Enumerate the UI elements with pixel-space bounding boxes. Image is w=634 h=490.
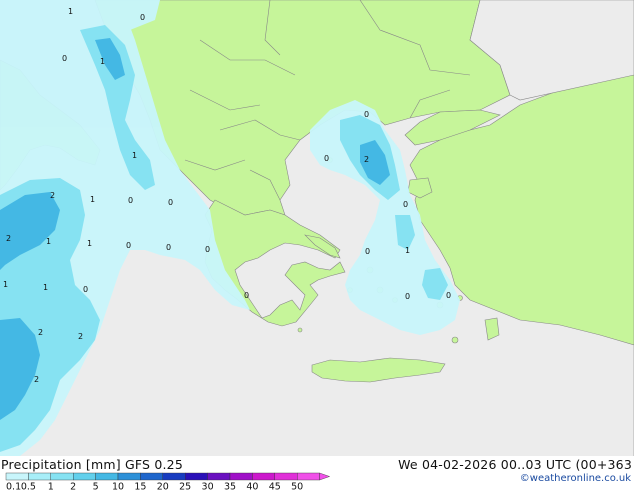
colorbar-tick-label: 45 — [269, 482, 281, 490]
colorbar-arrow — [319, 472, 331, 481]
map-label: 0 — [168, 198, 173, 207]
colorbar-tick-label: 25 — [179, 482, 191, 490]
colorbar-tick-label: 50 — [291, 482, 303, 490]
credit-link[interactable]: ©weatheronline.co.uk — [520, 473, 631, 484]
colorbar-tick-label: 1 — [48, 482, 54, 490]
map-label: 1 — [132, 151, 137, 160]
map-label: 1 — [43, 283, 48, 292]
colorbar-tick-label: 2 — [70, 482, 76, 490]
map-label: 0 — [244, 291, 249, 300]
map-label: 0 — [364, 110, 369, 119]
map-label: 0 — [62, 54, 67, 63]
colorbar-swatch — [252, 472, 275, 481]
map-label: 0 — [83, 285, 88, 294]
map-label: 2 — [6, 234, 11, 243]
colorbar-swatch — [5, 472, 29, 481]
land-island-k — [297, 327, 303, 333]
colorbar-swatch — [207, 472, 231, 481]
map-label: 1 — [46, 237, 51, 246]
map-label: 2 — [38, 328, 43, 337]
colorbar-swatch — [28, 472, 51, 481]
colorbar-tick-label: 35 — [224, 482, 236, 490]
colorbar-swatch — [95, 472, 119, 481]
precip-colorbar: 0.1 0.5 1 2 5 10 15 20 25 30 35 40 45 50 — [5, 472, 331, 490]
map-label: 1 — [3, 280, 8, 289]
map-label: 1 — [100, 57, 105, 66]
colorbar-tick-label: 30 — [202, 482, 214, 490]
map-label: 0 — [205, 245, 210, 254]
map-label: 0 — [365, 247, 370, 256]
map-label: 0 — [446, 291, 451, 300]
colorbar-tick-label: 20 — [157, 482, 169, 490]
colorbar-tick-label: 40 — [246, 482, 258, 490]
colorbar-ticks: 0.1 0.5 1 2 5 10 15 20 25 30 35 40 45 50 — [6, 482, 303, 490]
map-label: 1 — [68, 7, 73, 16]
map-label: 0 — [405, 292, 410, 301]
colorbar-tick-label: 5 — [93, 482, 99, 490]
map-label: 0 — [403, 200, 408, 209]
colorbar-tick-label: 15 — [134, 482, 146, 490]
map-label: 1 — [87, 239, 92, 248]
map-label: 2 — [78, 332, 83, 341]
map-title: Precipitation [mm] GFS 0.25 — [1, 457, 183, 472]
map-label: 0 — [166, 243, 171, 252]
map-label: 2 — [34, 375, 39, 384]
map-label: 1 — [405, 246, 410, 255]
colorbar-tick-label: 10 — [112, 482, 124, 490]
colorbar-tick-label: 0.5 — [21, 482, 36, 490]
valid-time: We 04-02-2026 00..03 UTC (00+363 — [398, 457, 632, 472]
colorbar-tick-label: 0.1 — [6, 482, 21, 490]
colorbar-swatch — [117, 472, 141, 481]
colorbar-swatch — [50, 472, 74, 481]
map-label: 1 — [90, 195, 95, 204]
colorbar-swatch — [72, 472, 96, 481]
colorbar-swatch — [297, 472, 320, 481]
map-label: 0 — [140, 13, 145, 22]
map-label: 2 — [364, 155, 369, 164]
precipitation-map: 1 0 0 1 1 2 1 0 0 2 1 1 0 0 0 1 1 0 2 2 … — [0, 0, 634, 456]
colorbar-swatch — [162, 472, 186, 481]
colorbar-swatch — [229, 472, 253, 481]
land-island-j — [451, 336, 459, 344]
colorbar-swatch — [140, 472, 163, 481]
map-label: 0 — [128, 196, 133, 205]
colorbar-swatch — [184, 472, 208, 481]
map-label: 0 — [324, 154, 329, 163]
colorbar-swatches — [5, 472, 331, 481]
map-label: 2 — [50, 191, 55, 200]
map-label: 0 — [126, 241, 131, 250]
colorbar-swatch — [274, 472, 298, 481]
